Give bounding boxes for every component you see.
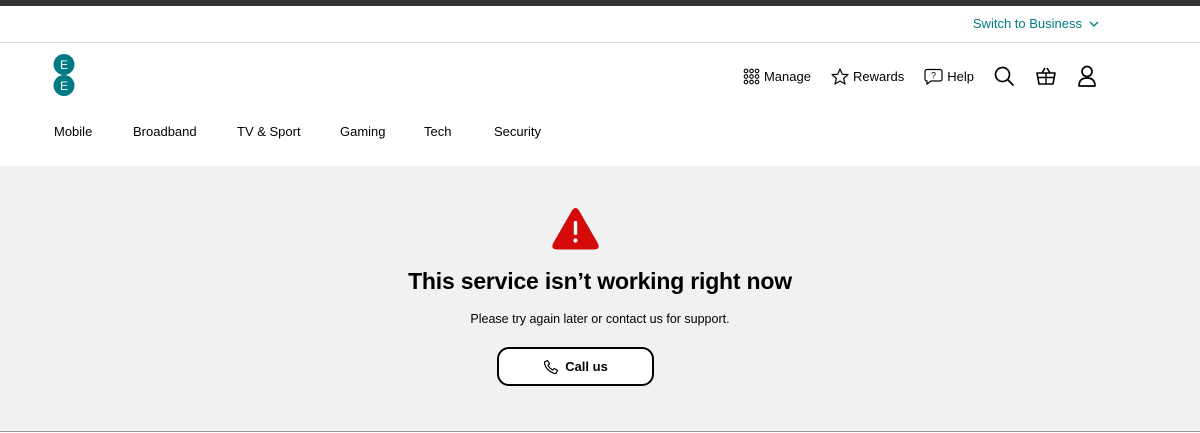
search-icon (994, 66, 1015, 86)
star-icon (831, 67, 849, 85)
main-nav: Mobile Broadband TV & Sport Gaming Tech … (54, 124, 541, 139)
help-icon: ? (924, 68, 943, 85)
site-header: E E Manage Rewards ? Help Mobile Broadba… (0, 43, 1200, 166)
svg-text:E: E (60, 79, 68, 93)
phone-icon (544, 359, 559, 374)
basket-icon (1036, 67, 1056, 85)
call-us-button[interactable]: Call us (497, 347, 654, 386)
search-button[interactable] (994, 66, 1015, 87)
warning-icon (552, 208, 599, 250)
switch-to-business-link[interactable]: Switch to Business (973, 16, 1100, 31)
nav-item-gaming[interactable]: Gaming (340, 124, 424, 139)
account-icon (1078, 65, 1096, 87)
manage-label: Manage (763, 68, 811, 84)
help-link[interactable]: ? Help (924, 68, 974, 85)
grid-icon (743, 68, 760, 84)
rewards-label: Rewards (852, 68, 905, 84)
error-title: This service isn’t working right now (408, 268, 792, 294)
help-label: Help (947, 68, 974, 84)
call-us-label: Call us (565, 359, 608, 374)
utility-bar: Switch to Business (0, 6, 1200, 43)
nav-item-broadband[interactable]: Broadband (133, 124, 237, 139)
account-button[interactable] (1077, 65, 1097, 87)
nav-item-security[interactable]: Security (494, 124, 541, 139)
nav-item-tv-sport[interactable]: TV & Sport (237, 124, 340, 139)
nav-item-mobile[interactable]: Mobile (54, 124, 133, 139)
svg-text:?: ? (931, 70, 936, 80)
basket-button[interactable] (1035, 66, 1057, 86)
error-message: Please try again later or contact us for… (470, 312, 730, 326)
ee-logo[interactable]: E E (53, 54, 75, 96)
header-actions: Manage Rewards ? Help (723, 65, 1097, 87)
manage-link[interactable]: Manage (743, 68, 811, 85)
nav-item-tech[interactable]: Tech (424, 124, 494, 139)
chevron-down-icon (1089, 21, 1099, 27)
svg-text:E: E (60, 58, 68, 72)
error-panel: This service isn’t working right now Ple… (0, 166, 1200, 432)
switch-to-business-label: Switch to Business (972, 16, 1082, 31)
rewards-link[interactable]: Rewards (831, 67, 905, 85)
